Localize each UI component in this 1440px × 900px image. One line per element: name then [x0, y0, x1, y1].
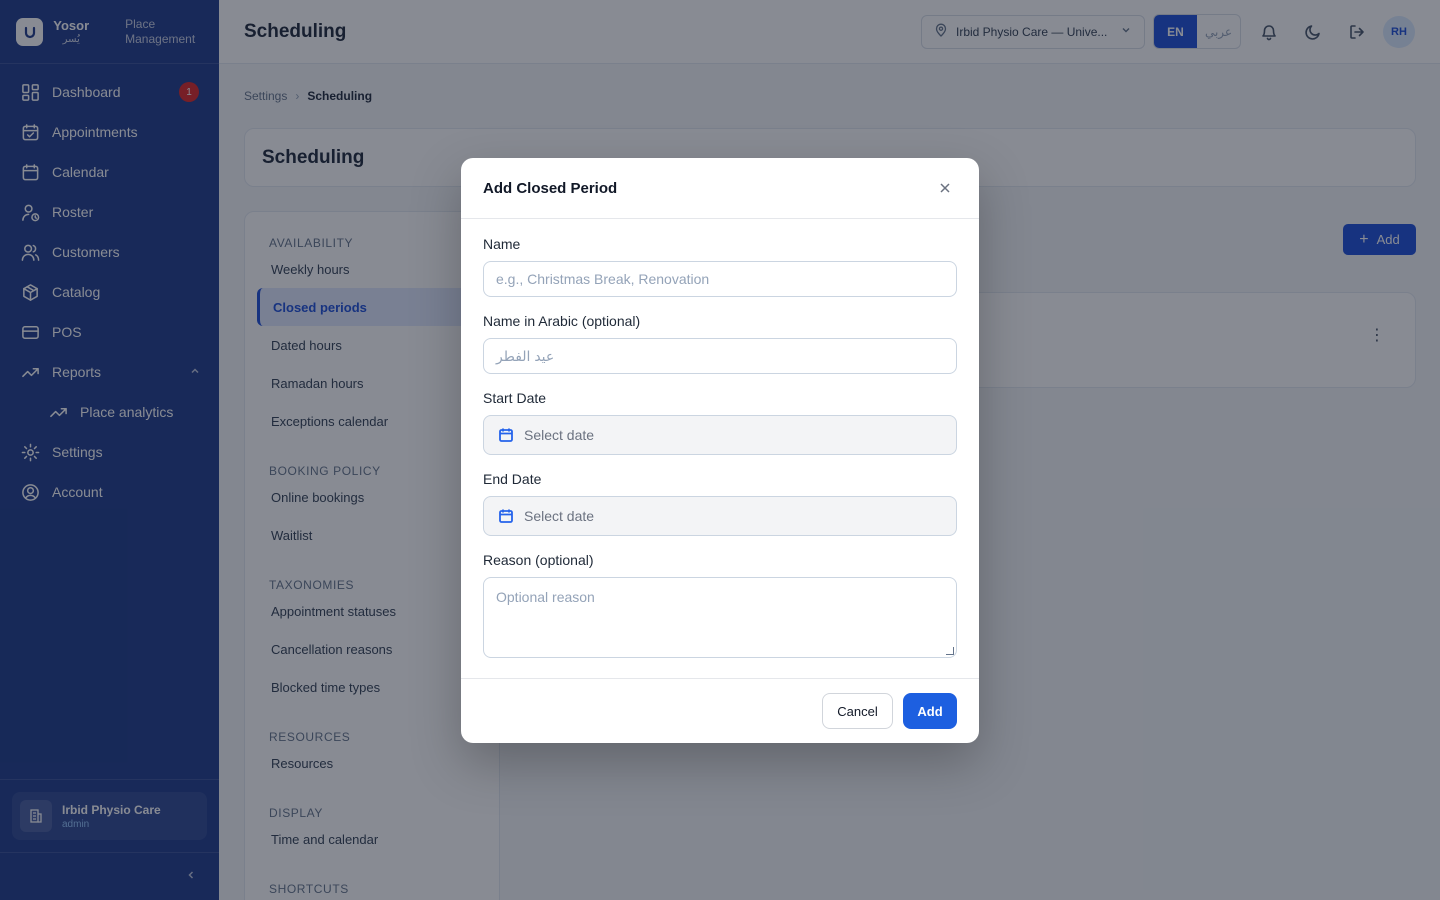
reason-label: Reason (optional) — [483, 552, 594, 568]
name-label: Name — [483, 236, 521, 252]
dialog-header: Add Closed Period — [461, 158, 979, 219]
end-date-picker[interactable]: Select date — [483, 496, 957, 536]
calendar-icon — [499, 428, 513, 442]
add-button[interactable]: Add — [903, 693, 957, 729]
end-date-placeholder: Select date — [524, 508, 595, 524]
dialog-title: Add Closed Period — [483, 179, 618, 197]
close-icon[interactable] — [933, 176, 957, 200]
start-date-placeholder: Select date — [524, 427, 595, 443]
name-ar-label: Name in Arabic (optional) — [483, 313, 641, 329]
dialog-footer: Cancel Add — [461, 678, 979, 743]
reason-textarea[interactable]: Optional reason — [483, 577, 957, 658]
resize-handle-icon[interactable] — [946, 647, 954, 655]
end-date-label: End Date — [483, 471, 542, 487]
start-date-picker[interactable]: Select date — [483, 415, 957, 455]
dialog-body: Name e.g., Christmas Break, Renovation N… — [461, 219, 979, 658]
add-closed-period-dialog: Add Closed Period Name e.g., Christmas B… — [461, 158, 979, 743]
name-input[interactable]: e.g., Christmas Break, Renovation — [483, 261, 957, 297]
name-ar-input[interactable]: عيد الفطر — [483, 338, 957, 374]
start-date-label: Start Date — [483, 390, 547, 406]
cancel-button[interactable]: Cancel — [822, 693, 893, 729]
reason-placeholder: Optional reason — [496, 589, 595, 605]
calendar-icon — [499, 509, 513, 523]
